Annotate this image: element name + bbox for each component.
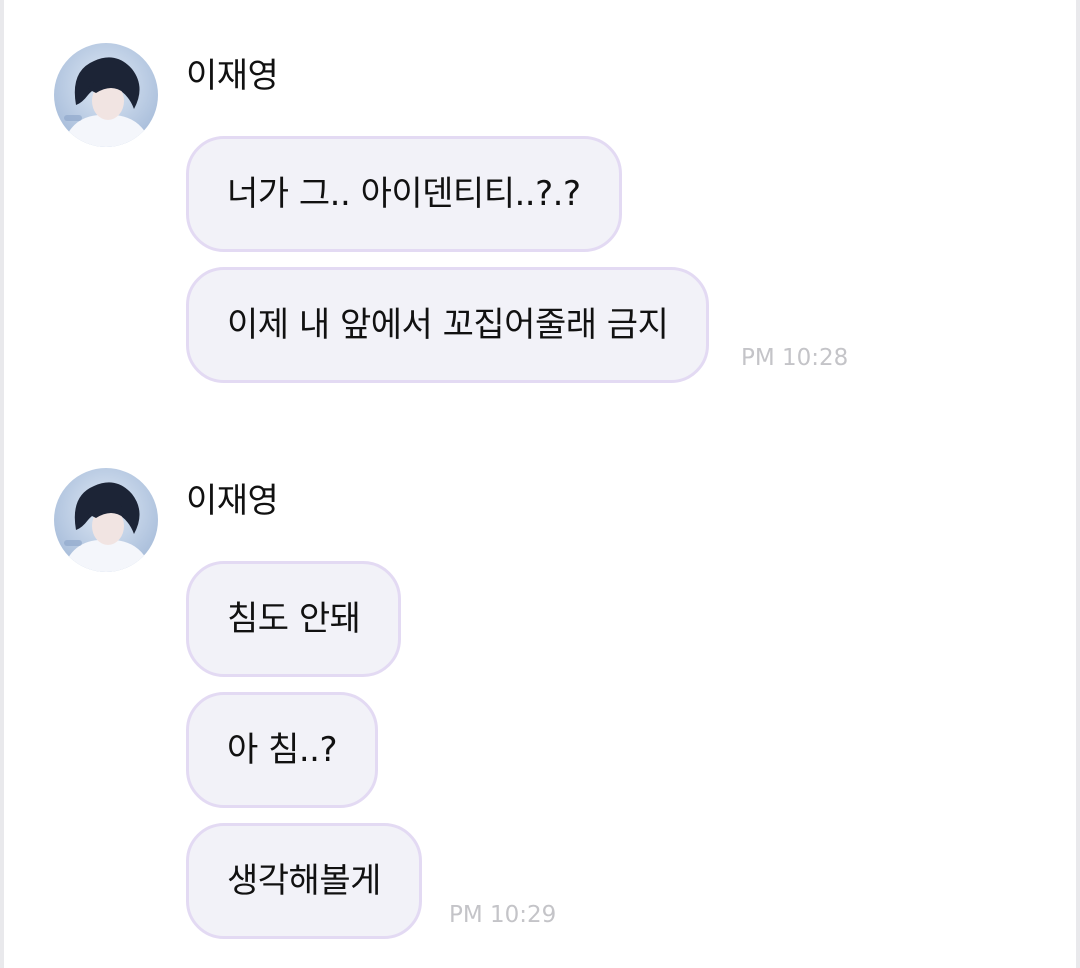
sender-avatar[interactable] xyxy=(54,43,158,147)
sender-avatar[interactable] xyxy=(54,468,158,572)
message-bubble[interactable]: 생각해볼게 xyxy=(186,823,422,939)
message-bubble[interactable]: 너가 그.. 아이덴티티..?.? xyxy=(186,136,622,252)
message-timestamp: PM 10:29 xyxy=(449,902,557,928)
message-bubble[interactable]: 침도 안돼 xyxy=(186,561,402,677)
sender-name: 이재영 xyxy=(186,56,279,96)
message-timestamp: PM 10:28 xyxy=(741,345,849,371)
right-edge-divider xyxy=(1076,0,1080,968)
sender-name: 이재영 xyxy=(186,481,279,521)
message-bubble[interactable]: 아 침..? xyxy=(186,692,379,808)
left-edge-divider xyxy=(0,0,4,968)
message-bubble[interactable]: 이제 내 앞에서 꼬집어줄래 금지 xyxy=(186,267,710,383)
